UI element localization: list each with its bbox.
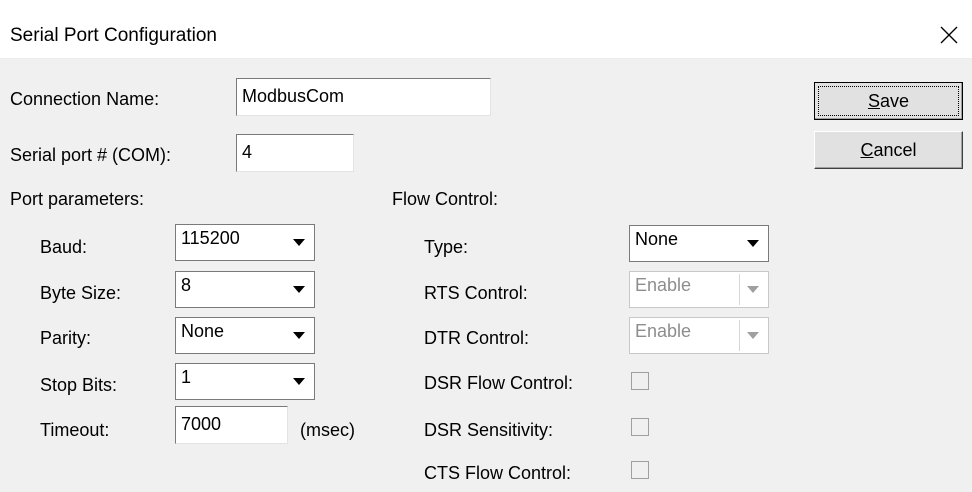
chevron-down-icon bbox=[739, 274, 766, 305]
byte-size-value: 8 bbox=[181, 275, 192, 295]
connection-name-label: Connection Name: bbox=[10, 89, 160, 109]
stop-bits-value: 1 bbox=[181, 367, 192, 387]
rts-control-label: RTS Control: bbox=[424, 283, 528, 303]
cts-flow-control-label: CTS Flow Control: bbox=[424, 463, 572, 483]
title-bar: Serial Port Configuration bbox=[0, 0, 972, 59]
timeout-unit-label: (msec) bbox=[300, 420, 355, 440]
save-button[interactable]: Save bbox=[814, 82, 963, 120]
dsr-flow-control-label: DSR Flow Control: bbox=[424, 373, 574, 393]
chevron-down-icon[interactable] bbox=[286, 366, 312, 397]
dsr-sensitivity-checkbox[interactable] bbox=[631, 418, 649, 436]
baud-label: Baud: bbox=[40, 237, 88, 257]
close-icon[interactable] bbox=[936, 22, 962, 48]
dtr-control-label: DTR Control: bbox=[424, 328, 530, 348]
rts-control-select: Enable bbox=[629, 271, 769, 308]
parity-label: Parity: bbox=[40, 328, 92, 348]
byte-size-select[interactable]: 8 bbox=[175, 271, 315, 308]
chevron-down-icon[interactable] bbox=[286, 320, 312, 351]
connection-name-field[interactable]: ModbusCom bbox=[236, 78, 491, 116]
flow-type-select[interactable]: None bbox=[629, 225, 769, 262]
chevron-down-icon[interactable] bbox=[740, 228, 766, 259]
timeout-field[interactable]: 7000 bbox=[175, 406, 288, 444]
flow-control-heading: Flow Control: bbox=[392, 189, 499, 209]
dtr-control-select: Enable bbox=[629, 317, 769, 354]
window-title: Serial Port Configuration bbox=[10, 25, 217, 46]
dsr-flow-control-checkbox[interactable] bbox=[631, 372, 649, 390]
parity-select[interactable]: None bbox=[175, 317, 315, 354]
dialog-body: Connection Name: ModbusCom Serial port #… bbox=[0, 59, 972, 492]
baud-value: 115200 bbox=[181, 228, 240, 248]
byte-size-label: Byte Size: bbox=[40, 283, 122, 303]
baud-select[interactable]: 115200 bbox=[175, 224, 315, 261]
rts-control-value: Enable bbox=[635, 275, 692, 295]
timeout-label: Timeout: bbox=[40, 420, 110, 440]
cancel-label-rest: ancel bbox=[873, 139, 917, 160]
port-parameters-heading: Port parameters: bbox=[10, 189, 145, 209]
cancel-button[interactable]: Cancel bbox=[814, 131, 963, 169]
flow-type-label: Type: bbox=[424, 237, 469, 257]
cancel-mnemonic: C bbox=[860, 139, 874, 160]
serial-port-field[interactable]: 4 bbox=[236, 134, 354, 172]
chevron-down-icon bbox=[739, 320, 766, 351]
stop-bits-select[interactable]: 1 bbox=[175, 363, 315, 400]
dsr-sensitivity-label: DSR Sensitivity: bbox=[424, 420, 554, 440]
chevron-down-icon[interactable] bbox=[286, 274, 312, 305]
cts-flow-control-checkbox[interactable] bbox=[631, 461, 649, 479]
parity-value: None bbox=[181, 321, 225, 341]
stop-bits-label: Stop Bits: bbox=[40, 375, 118, 395]
flow-type-value: None bbox=[635, 229, 679, 249]
chevron-down-icon[interactable] bbox=[286, 227, 312, 258]
save-label-rest: ave bbox=[879, 90, 910, 111]
save-mnemonic: S bbox=[867, 90, 880, 111]
serial-port-label: Serial port # (COM): bbox=[10, 145, 172, 165]
dtr-control-value: Enable bbox=[635, 321, 692, 341]
